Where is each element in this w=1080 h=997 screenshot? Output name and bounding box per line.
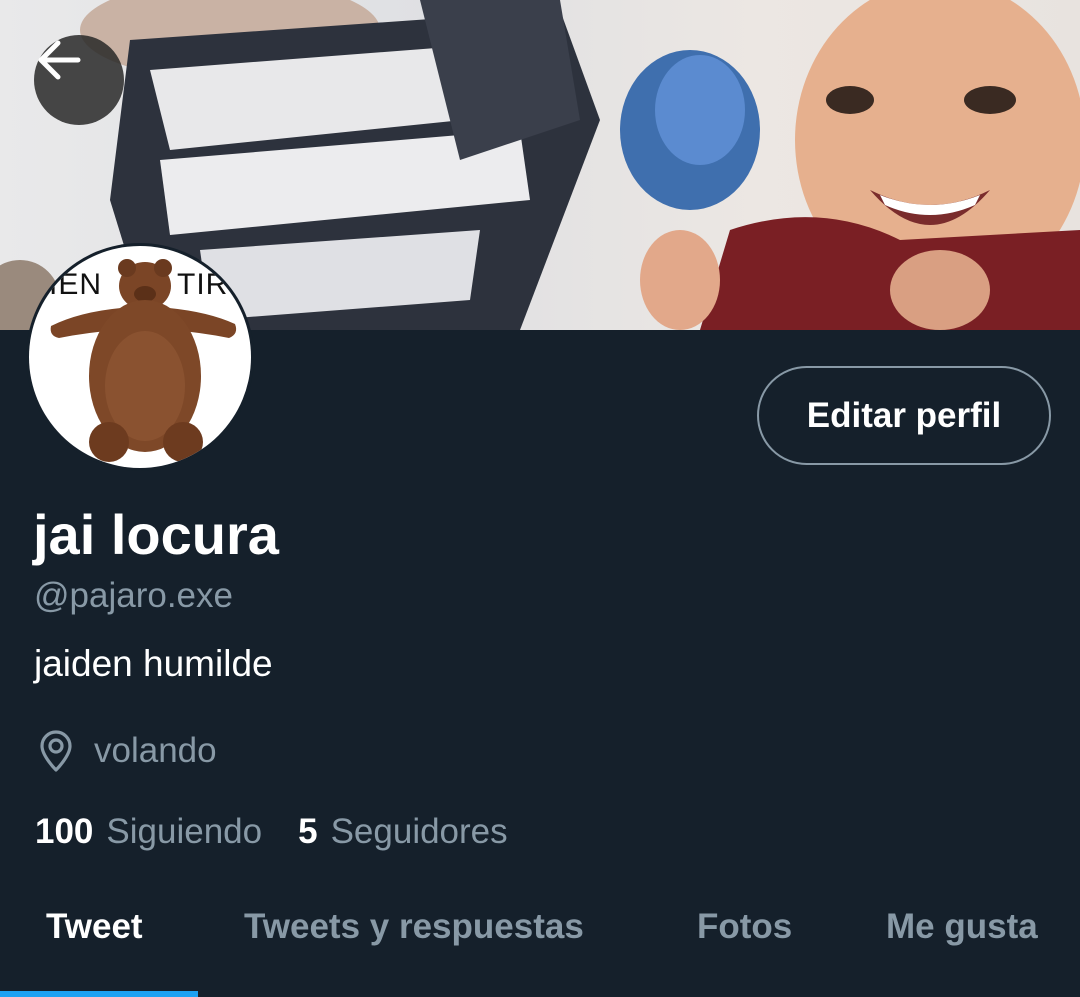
display-name: jai locura	[33, 503, 279, 566]
following-count: 100	[35, 812, 94, 851]
tab-tweet[interactable]: Tweet	[46, 907, 143, 947]
back-button[interactable]	[34, 35, 124, 125]
profile-location: volando	[36, 729, 217, 773]
followers-link[interactable]: 5 Seguidores	[298, 812, 508, 852]
tab-likes[interactable]: Me gusta	[886, 907, 1038, 947]
followers-count: 5	[298, 812, 318, 851]
followers-label: Seguidores	[330, 812, 508, 851]
username-handle: @pajaro.exe	[34, 576, 233, 615]
profile-bio: jaiden humilde	[34, 643, 273, 684]
profile-stats: 100 Siguiendo 5 Seguidores	[35, 812, 544, 852]
following-link[interactable]: 100 Siguiendo	[35, 812, 262, 852]
arrow-left-icon	[38, 40, 81, 80]
profile-tabs: Tweet Tweets y respuestas Fotos Me gusta	[0, 895, 1080, 997]
profile-avatar[interactable]: IEN TIR	[26, 243, 254, 471]
edit-profile-button[interactable]: Editar perfil	[757, 366, 1051, 465]
avatar-image: IEN TIR	[29, 246, 251, 468]
profile-page: IEN TIR Editar perfil jai locura @pajaro…	[0, 0, 1080, 997]
location-text: volando	[94, 731, 217, 770]
tab-photos[interactable]: Fotos	[697, 907, 792, 947]
active-tab-indicator	[0, 991, 198, 997]
bear-plush-illustration	[50, 259, 237, 462]
following-label: Siguiendo	[106, 812, 263, 851]
location-pin-icon	[36, 729, 76, 773]
tab-tweets-and-replies[interactable]: Tweets y respuestas	[244, 907, 584, 947]
